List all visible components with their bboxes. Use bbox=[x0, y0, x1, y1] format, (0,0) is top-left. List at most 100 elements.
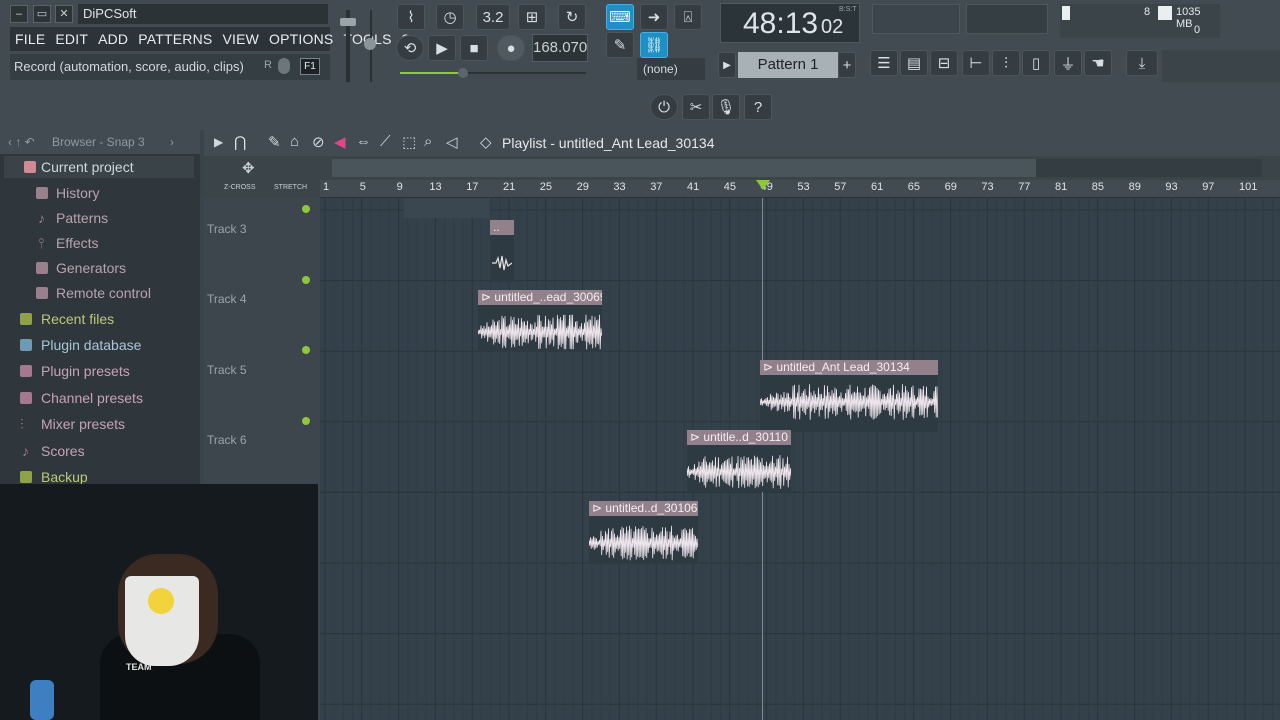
arrow-button[interactable]: ➜ bbox=[640, 4, 668, 30]
playlist-grid[interactable]: .. ⊳ untitled_..ead_30069 ⊳ untitled_Ant… bbox=[320, 198, 1280, 720]
delete-tool-icon[interactable]: ⊘ bbox=[312, 133, 325, 151]
menu-options[interactable]: OPTIONS bbox=[269, 31, 333, 47]
steps-button[interactable]: ⍓ bbox=[674, 4, 702, 30]
playlist-window-button[interactable]: ☰ bbox=[870, 50, 898, 76]
select-tool-icon[interactable]: ⬚ bbox=[402, 133, 416, 151]
ruler-tick: 85 bbox=[1091, 181, 1105, 193]
folder-icon bbox=[20, 471, 32, 483]
help-button[interactable]: ? bbox=[744, 94, 772, 120]
position-bar[interactable] bbox=[400, 72, 586, 74]
close-button[interactable]: ✕ bbox=[55, 5, 73, 23]
add-pattern-button[interactable]: + bbox=[838, 52, 856, 78]
ruler-tick: 45 bbox=[723, 181, 737, 193]
weight-icon: ⍓ bbox=[683, 8, 693, 26]
slice-tool-icon[interactable]: ⟋ bbox=[380, 133, 391, 150]
link-button[interactable]: ⛓ bbox=[640, 32, 668, 58]
menu-edit[interactable]: EDIT bbox=[55, 31, 88, 47]
browser-header[interactable]: ‹ ↑ ↶ Browser - Snap 3 › bbox=[0, 130, 200, 154]
browser-button[interactable]: ⊢ bbox=[962, 50, 990, 76]
position-handle[interactable] bbox=[458, 68, 468, 78]
browser-item-current-project[interactable]: Current project bbox=[4, 156, 194, 178]
master-volume-handle[interactable] bbox=[340, 18, 356, 26]
arrangement-icon[interactable]: ◇ bbox=[480, 133, 492, 151]
metronome-button[interactable]: ◷ bbox=[436, 4, 464, 30]
playlist-options-arrow[interactable]: ▶ bbox=[214, 135, 223, 149]
menu-patterns[interactable]: PATTERNS bbox=[138, 31, 212, 47]
note-icon: ♪ bbox=[38, 210, 45, 226]
clip-waveform bbox=[478, 314, 602, 350]
browser-nav-icons[interactable]: ‹ ↑ ↶ bbox=[8, 130, 35, 154]
song-time-sub: 02 bbox=[821, 16, 844, 38]
channel-rack-button[interactable]: ⊟ bbox=[930, 50, 958, 76]
channel-target-select[interactable]: (none) bbox=[637, 58, 705, 80]
audio-clip[interactable]: ⊳ untitled..d_30106 bbox=[589, 501, 698, 563]
browser-menu-arrow[interactable]: › bbox=[170, 130, 174, 154]
track-6-name[interactable]: Track 6 bbox=[207, 433, 247, 447]
undo-history-button[interactable]: ⏻ bbox=[650, 94, 678, 120]
brush-icon: ✎ bbox=[613, 37, 627, 54]
master-pitch-handle[interactable] bbox=[364, 38, 376, 50]
metronome-wave-button[interactable]: ⌇ bbox=[397, 4, 425, 30]
project-info-button[interactable]: ▯ bbox=[1022, 50, 1050, 76]
loop-record-button[interactable]: ↻ bbox=[558, 4, 586, 30]
typing-keyboard-button[interactable]: ⌨ bbox=[606, 4, 634, 30]
record-icon: ● bbox=[506, 39, 516, 57]
audio-clip-selected[interactable]: ⊳ untitled_Ant Lead_30134 bbox=[760, 360, 938, 432]
playback-tool-icon[interactable]: ◁ bbox=[446, 133, 458, 151]
track-2-led[interactable] bbox=[302, 205, 310, 213]
zoom-tool-icon[interactable]: ⌕ bbox=[424, 133, 432, 150]
track-4-led[interactable] bbox=[302, 346, 310, 354]
pattern-prev-button[interactable]: ▶ bbox=[718, 52, 736, 78]
track-3-led[interactable] bbox=[302, 276, 310, 284]
play-button[interactable]: ▶ bbox=[428, 35, 456, 61]
cut-tool-button[interactable]: ✂ bbox=[682, 94, 710, 120]
song-time-display[interactable]: 48:13 02 B:S:T bbox=[720, 3, 860, 43]
plugin-picker-button[interactable]: ⏚ bbox=[1054, 50, 1082, 76]
audio-clip[interactable]: ⊳ untitle..d_30110 bbox=[687, 430, 791, 492]
mute-tool-icon[interactable]: ◀ bbox=[334, 133, 346, 151]
webcam-overlay: TEAM bbox=[0, 484, 318, 720]
track-4-name[interactable]: Track 4 bbox=[207, 292, 247, 306]
wave-icon: ⌇ bbox=[407, 9, 415, 26]
ruler-tick: 61 bbox=[871, 181, 884, 193]
touch-controller-button[interactable]: ☚ bbox=[1084, 50, 1112, 76]
step-edit-button[interactable]: ⊞ bbox=[518, 4, 546, 30]
audio-clip-partial[interactable] bbox=[404, 198, 490, 218]
menu-view[interactable]: VIEW bbox=[222, 31, 259, 47]
track-3-name[interactable]: Track 3 bbox=[207, 222, 247, 236]
cpu-value: 8 bbox=[1144, 6, 1151, 18]
zoom-move-icon[interactable]: ✥ bbox=[242, 159, 255, 177]
minimize-button[interactable]: – bbox=[10, 5, 28, 23]
download-button[interactable]: ⤓ bbox=[1126, 50, 1158, 76]
browser-item-label: History bbox=[56, 185, 100, 201]
tempo-display[interactable]: 168.070 bbox=[532, 34, 588, 62]
pattern-selector[interactable]: Pattern 1 bbox=[738, 52, 838, 78]
scrollbar-thumb[interactable] bbox=[332, 159, 1036, 177]
magnet-icon[interactable]: ⋂ bbox=[234, 133, 246, 151]
paint-tool-icon[interactable]: ⌂ bbox=[290, 133, 299, 150]
menu-file[interactable]: FILE bbox=[15, 31, 45, 47]
mixer-button[interactable]: ⫶ bbox=[992, 50, 1020, 76]
audio-clip[interactable]: ⊳ untitled_..ead_30069 bbox=[478, 290, 602, 352]
menu-add[interactable]: ADD bbox=[98, 31, 128, 47]
maximize-button[interactable]: ▭ bbox=[33, 5, 51, 23]
record-button[interactable]: ● bbox=[497, 35, 525, 61]
audio-record-button[interactable]: 🎙 bbox=[712, 94, 740, 120]
playlist-icon: ☰ bbox=[877, 55, 891, 72]
horizontal-scrollbar[interactable] bbox=[332, 159, 1262, 177]
stop-button[interactable]: ■ bbox=[460, 35, 488, 61]
clip-waveform bbox=[492, 255, 512, 271]
clip-header: ⊳ untitled_..ead_30069 bbox=[478, 290, 602, 305]
song-position-marker[interactable] bbox=[756, 180, 770, 190]
song-mode-button[interactable]: ⟲ bbox=[396, 35, 424, 61]
track-5-led[interactable] bbox=[302, 417, 310, 425]
piano-roll-button[interactable]: ▤ bbox=[900, 50, 928, 76]
timeline-ruler[interactable]: 1 5 9 13 17 21 25 29 33 37 41 45 49 53 57 61 65 69 73 77 81 8… bbox=[320, 180, 1280, 198]
draw-tool-icon[interactable]: ✎ bbox=[268, 133, 281, 151]
audio-clip-small[interactable]: .. bbox=[490, 220, 514, 282]
track-5-name[interactable]: Track 5 bbox=[207, 363, 247, 377]
brush-tool-button[interactable]: ✎ bbox=[606, 32, 634, 58]
slip-tool-icon[interactable]: ⇔ bbox=[356, 133, 371, 150]
pattern-count-button[interactable]: 3.2 bbox=[476, 4, 510, 30]
clock-icon: ◷ bbox=[443, 9, 457, 26]
